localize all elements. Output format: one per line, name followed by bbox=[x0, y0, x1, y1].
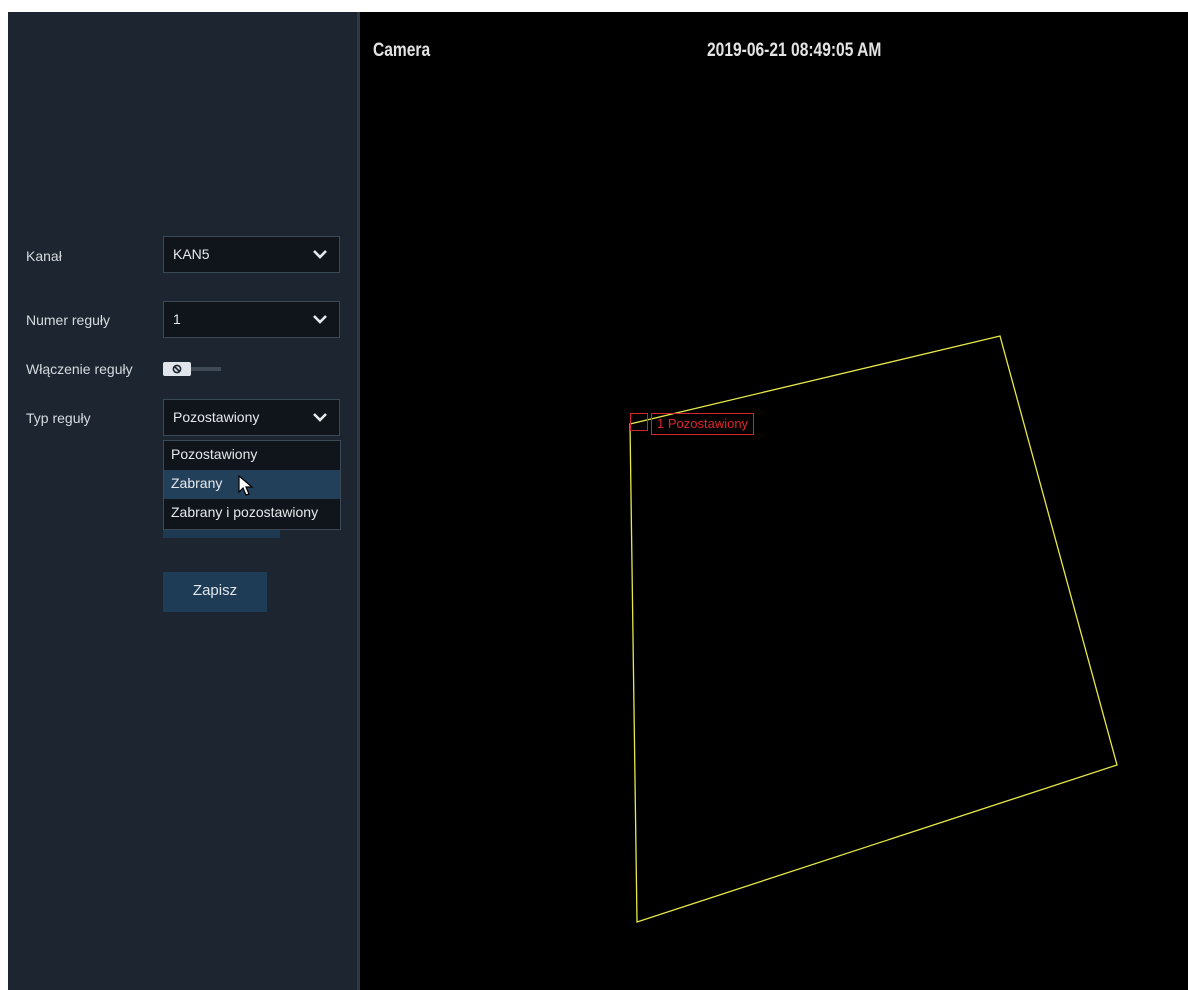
rule-number-value: 1 bbox=[173, 311, 181, 327]
rule-type-label: Typ reguły bbox=[26, 410, 91, 426]
chevron-down-icon bbox=[313, 315, 327, 324]
rule-number-select[interactable]: 1 bbox=[163, 301, 340, 338]
chevron-down-icon bbox=[313, 413, 327, 422]
detection-zone[interactable] bbox=[360, 12, 1188, 990]
channel-value: KAN5 bbox=[173, 246, 210, 262]
rule-type-select[interactable]: Pozostawiony bbox=[163, 399, 340, 436]
camera-view[interactable]: Camera 2019-06-21 08:49:05 AM 1 Pozostaw… bbox=[360, 12, 1188, 990]
rule-enable-label: Włączenie reguły bbox=[26, 361, 133, 377]
channel-select[interactable]: KAN5 bbox=[163, 236, 340, 273]
cursor-arrow-icon bbox=[238, 475, 254, 496]
save-button[interactable]: Zapisz bbox=[163, 572, 267, 612]
toggle-knob bbox=[163, 362, 191, 376]
settings-panel: Kanał KAN5 Numer reguły 1 Włączenie regu… bbox=[8, 12, 357, 990]
rule-number-label: Numer reguły bbox=[26, 312, 111, 328]
rule-type-option[interactable]: Pozostawiony bbox=[164, 441, 340, 470]
toggle-off-icon bbox=[172, 364, 182, 374]
rule-anchor-box[interactable] bbox=[630, 413, 648, 431]
channel-label: Kanał bbox=[26, 248, 62, 264]
app-window: Kanał KAN5 Numer reguły 1 Włączenie regu… bbox=[8, 12, 1188, 990]
rule-tag: 1 Pozostawiony bbox=[651, 413, 755, 435]
rule-type-value: Pozostawiony bbox=[173, 409, 260, 425]
rule-enable-toggle[interactable] bbox=[163, 361, 223, 377]
chevron-down-icon bbox=[313, 250, 327, 259]
rule-type-option[interactable]: Zabrany i pozostawiony bbox=[164, 499, 340, 528]
